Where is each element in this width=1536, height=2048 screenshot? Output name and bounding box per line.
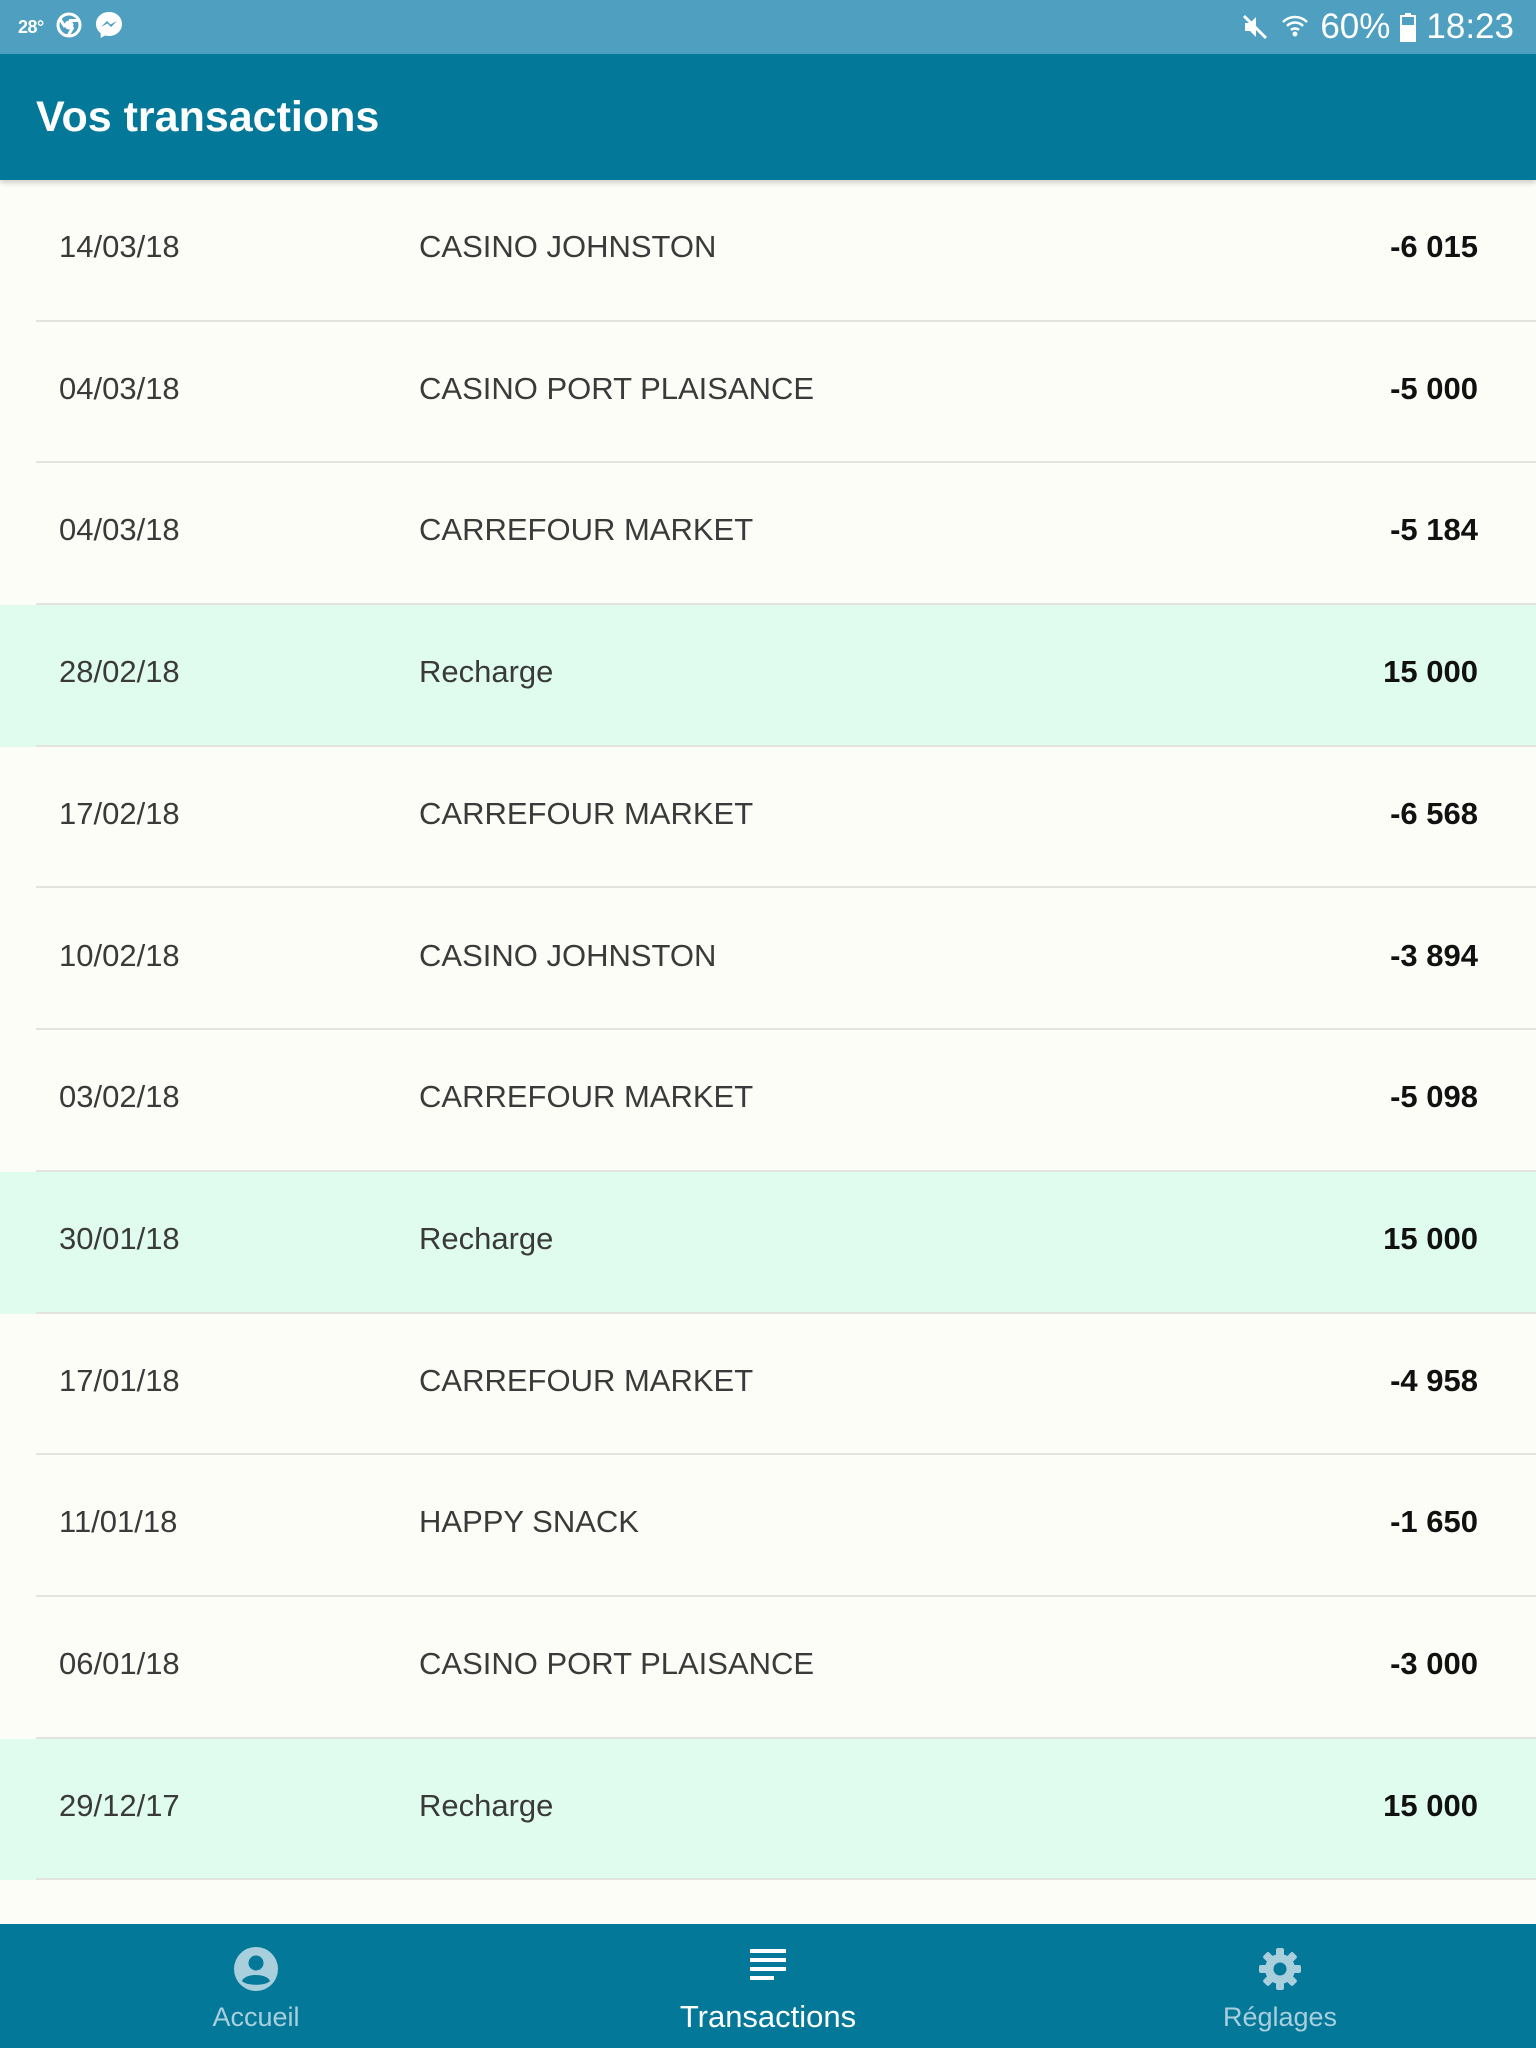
transaction-amount: -3 000 (1390, 1646, 1478, 1681)
nav-label-accueil: Accueil (212, 2002, 300, 2032)
chrome-icon (56, 12, 82, 43)
transaction-amount: -1 650 (1390, 1504, 1478, 1540)
row-divider (36, 1878, 1536, 1881)
transaction-amount: -5 184 (1390, 512, 1478, 548)
transaction-row[interactable]: 14/03/18 CASINO JOHNSTON -6 015 (0, 180, 1536, 322)
transaction-amount: -5 098 (1390, 1079, 1478, 1115)
transaction-date: 04/03/18 (59, 512, 180, 548)
nav-label-transactions: Transactions (679, 1999, 857, 2034)
transaction-amount: 15 000 (1383, 1787, 1478, 1823)
transaction-label: Recharge (419, 1220, 554, 1256)
transaction-label: CASINO JOHNSTON (419, 229, 717, 264)
transaction-label: CARREFOUR MARKET (419, 512, 754, 548)
wifi-icon (1280, 12, 1310, 42)
transaction-label: Recharge (419, 1787, 554, 1823)
transaction-amount: 15 000 (1383, 1220, 1478, 1256)
transaction-date: 04/03/18 (59, 370, 180, 406)
transaction-label: CARREFOUR MARKET (419, 1079, 754, 1115)
transaction-label: Recharge (419, 654, 554, 690)
transaction-label: CASINO PORT PLAISANCE (419, 1646, 815, 1681)
transaction-row[interactable]: 03/02/18 CARREFOUR MARKET -5 098 (0, 1030, 1536, 1172)
app-bar: Vos transactions (0, 54, 1536, 180)
transaction-amount: -4 958 (1390, 1362, 1478, 1398)
transaction-row[interactable]: 04/03/18 CASINO PORT PLAISANCE -5 000 (0, 321, 1536, 464)
clock: 18:23 (1426, 7, 1514, 46)
nav-item-reglages[interactable]: Réglages (1130, 1924, 1430, 2048)
bottom-navigation: Accueil Transactions Réglages (0, 1924, 1536, 2048)
transaction-amount: -6 015 (1390, 229, 1478, 264)
transaction-label: CASINO PORT PLAISANCE (419, 370, 815, 406)
transaction-date: 06/01/18 (59, 1646, 180, 1681)
transaction-row[interactable]: 17/01/18 CARREFOUR MARKET -4 958 (0, 1313, 1536, 1456)
transaction-amount: -5 000 (1390, 370, 1478, 406)
transaction-date: 14/03/18 (59, 229, 180, 264)
list-icon (618, 1946, 918, 1994)
transaction-row[interactable]: 10/02/18 CASINO JOHNSTON -3 894 (0, 888, 1536, 1031)
transaction-amount: 15 000 (1383, 654, 1478, 690)
nav-label-reglages: Réglages (1222, 2002, 1338, 2032)
transaction-date: 03/02/18 (59, 1079, 180, 1115)
transaction-row[interactable]: 11/01/18 HAPPY SNACK -1 650 (0, 1455, 1536, 1597)
transaction-row[interactable]: 04/03/18 CARREFOUR MARKET -5 184 (0, 463, 1536, 606)
nav-item-accueil[interactable]: Accueil (106, 1924, 406, 2048)
transaction-label: CARREFOUR MARKET (419, 1362, 754, 1398)
transaction-row[interactable]: 29/12/17 Recharge 15 000 (0, 1738, 1536, 1881)
transaction-amount: -6 568 (1390, 795, 1478, 831)
transaction-row[interactable]: 17/02/18 CARREFOUR MARKET -6 568 (0, 746, 1536, 889)
mute-icon (1240, 12, 1270, 42)
transaction-date: 17/02/18 (59, 795, 180, 831)
temperature: 28° (18, 16, 44, 37)
transaction-row[interactable]: 06/01/18 CASINO PORT PLAISANCE -3 000 (0, 1597, 1536, 1739)
battery-icon (1400, 12, 1417, 42)
status-bar: 28° 60% 18:23 (0, 0, 1536, 54)
messenger-icon (94, 10, 124, 45)
status-left: 28° (18, 0, 124, 54)
transaction-label: CASINO JOHNSTON (419, 937, 717, 973)
transaction-amount: -3 894 (1390, 937, 1478, 973)
page-title: Vos transactions (36, 93, 380, 141)
transaction-label: CARREFOUR MARKET (419, 795, 754, 831)
transaction-date: 30/01/18 (59, 1220, 180, 1256)
transaction-date: 29/12/17 (59, 1787, 180, 1823)
gear-icon (1130, 1946, 1430, 1994)
transaction-label: HAPPY SNACK (419, 1504, 639, 1540)
transaction-row[interactable]: 28/02/18 Recharge 15 000 (0, 605, 1536, 747)
transaction-list[interactable]: 14/03/18 CASINO JOHNSTON -6 015 04/03/18 CAS… (0, 180, 1536, 1924)
account-circle-icon (106, 1946, 406, 1994)
transaction-row[interactable]: 30/01/18 Recharge 15 000 (0, 1171, 1536, 1314)
transaction-date: 17/01/18 (59, 1362, 180, 1398)
transaction-date: 10/02/18 (59, 937, 180, 973)
transaction-date: 11/01/18 (59, 1504, 178, 1540)
status-right: 60% 18:23 (1240, 0, 1514, 54)
battery-level: 60% (1320, 7, 1391, 46)
nav-item-transactions[interactable]: Transactions (618, 1924, 918, 2048)
transaction-date: 28/02/18 (59, 654, 180, 690)
